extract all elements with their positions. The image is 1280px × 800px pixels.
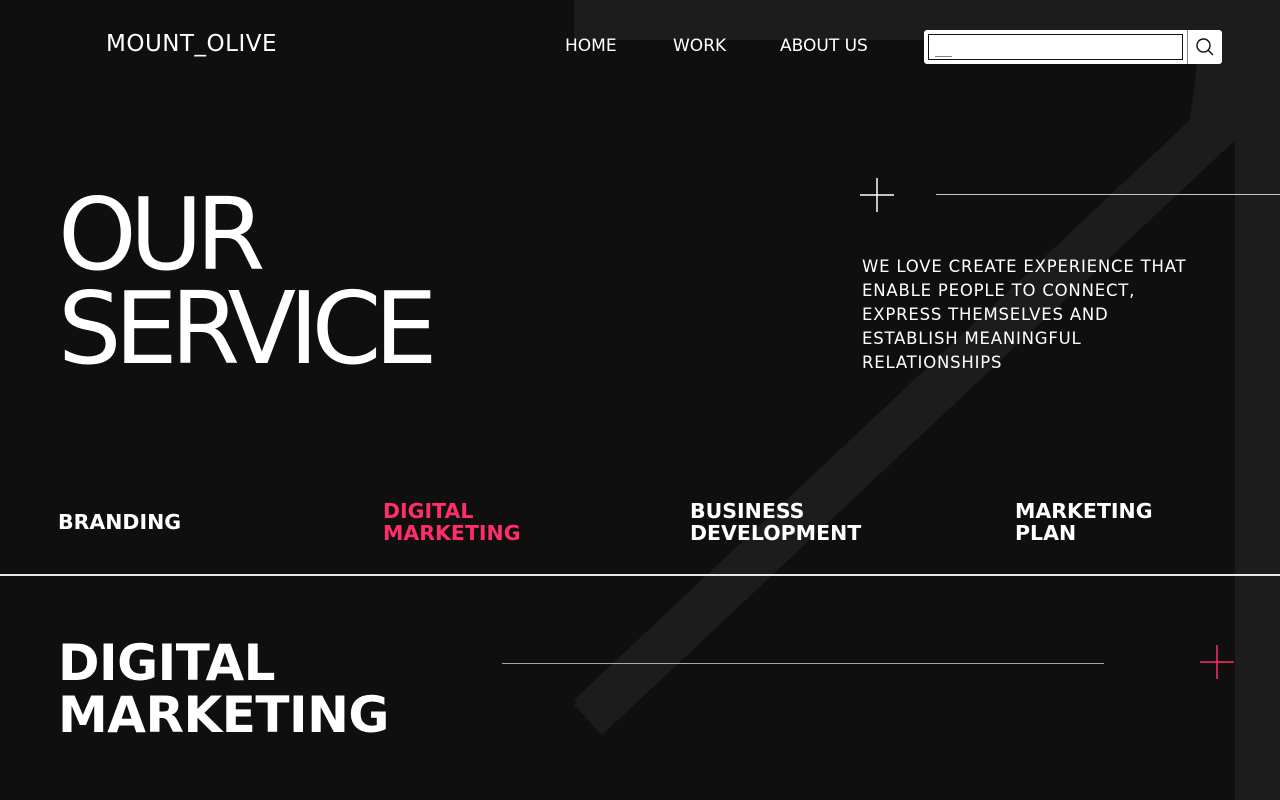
section-title-line1: DIGITAL xyxy=(58,634,276,692)
section-title-line2: MARKETING xyxy=(58,686,389,744)
expand-plus-icon[interactable] xyxy=(1200,645,1234,679)
tab-branding[interactable]: BRANDING xyxy=(58,511,181,533)
tab-business-development[interactable]: BUSINESS DEVELOPMENT xyxy=(690,500,861,544)
tab-branding-label: BRANDING xyxy=(58,510,182,534)
tab-marketing-plan-label-2: PLAN xyxy=(1015,521,1077,545)
search-button[interactable] xyxy=(1187,30,1222,64)
tab-marketing-plan[interactable]: MARKETING PLAN xyxy=(1015,500,1153,544)
tab-digital-marketing[interactable]: DIGITAL MARKETING xyxy=(383,500,521,544)
plus-icon xyxy=(860,178,894,212)
nav-work[interactable]: WORK xyxy=(673,36,726,56)
page-title: OUR SERVICE xyxy=(58,176,438,387)
search-icon xyxy=(1196,38,1214,56)
page-title-line2: SERVICE xyxy=(58,270,438,387)
tab-marketing-plan-label-1: MARKETING xyxy=(1015,499,1153,523)
tabs-divider xyxy=(0,574,1280,576)
nav-about-us[interactable]: ABOUT US xyxy=(780,36,868,56)
search-bar: __ xyxy=(924,30,1222,64)
section-title: DIGITAL MARKETING xyxy=(58,637,389,741)
tab-digital-marketing-label-2: MARKETING xyxy=(383,521,521,545)
intro-text: WE LOVE CREATE EXPERIENCE THAT ENABLE PE… xyxy=(862,257,1187,372)
search-input-value[interactable]: __ xyxy=(928,34,1183,60)
page: MOUNT_OLIVE HOME WORK ABOUT US __ OUR SE… xyxy=(0,0,1280,800)
decor-divider-top xyxy=(936,194,1280,195)
tab-digital-marketing-label-1: DIGITAL xyxy=(383,499,474,523)
tab-business-development-label-1: BUSINESS xyxy=(690,499,805,523)
site-logo[interactable]: MOUNT_OLIVE xyxy=(106,31,277,57)
section-divider xyxy=(502,663,1104,664)
page-title-line1: OUR xyxy=(58,176,265,293)
nav-home[interactable]: HOME xyxy=(565,36,617,56)
tab-business-development-label-2: DEVELOPMENT xyxy=(690,521,862,545)
search-input[interactable]: __ xyxy=(924,30,1187,64)
